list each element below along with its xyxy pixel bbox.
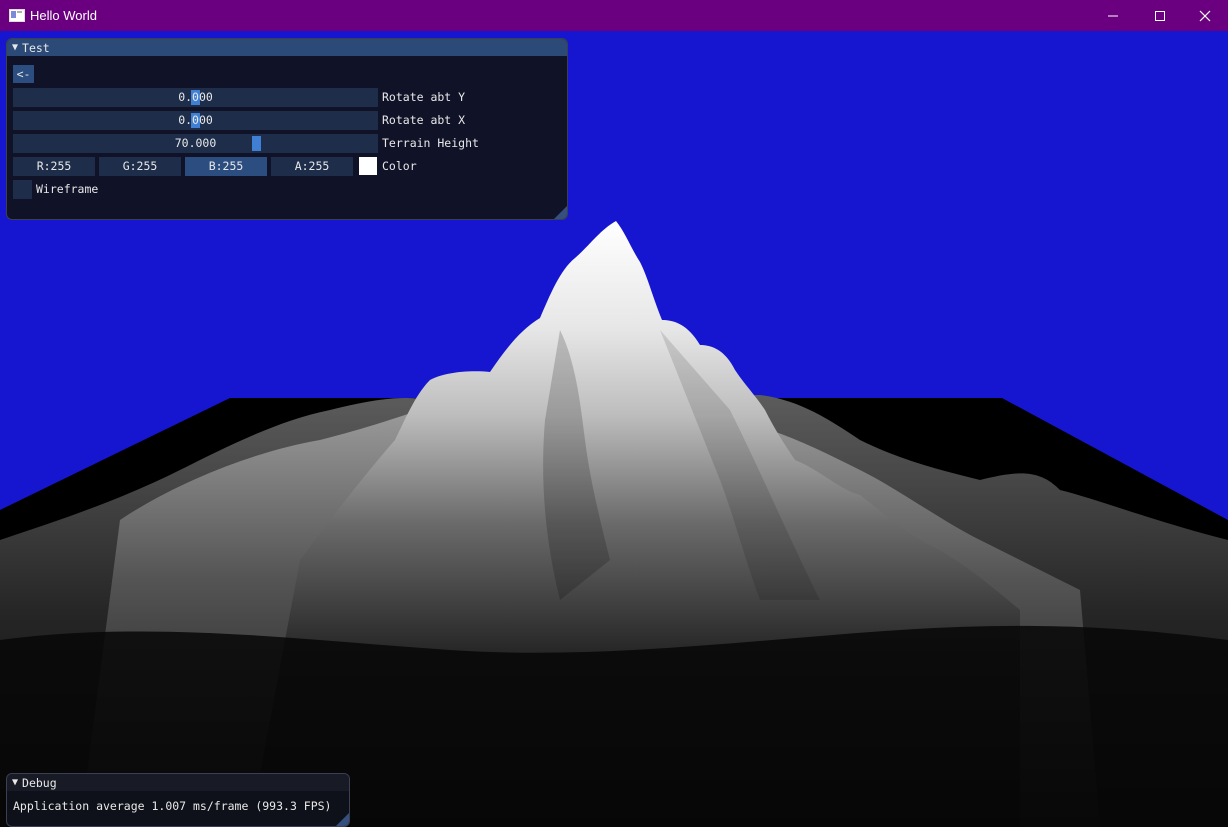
app-window-icon	[9, 9, 25, 22]
color-alpha-field[interactable]: A:255	[271, 157, 353, 176]
debug-panel-header[interactable]: ▼ Debug	[7, 774, 349, 791]
terrain-height-value: 70.000	[174, 136, 217, 150]
close-icon	[1199, 10, 1211, 21]
color-green-field[interactable]: G:255	[99, 157, 181, 176]
rotate-x-label: Rotate abt X	[382, 113, 466, 127]
color-swatch[interactable]	[359, 157, 377, 175]
color-label: Color	[382, 159, 417, 173]
maximize-button[interactable]	[1137, 0, 1183, 31]
rotate-y-value: 0.000	[178, 90, 213, 104]
wireframe-checkbox[interactable]	[13, 180, 32, 199]
terrain-height-label: Terrain Height	[382, 136, 479, 150]
test-panel-header[interactable]: ▼ Test	[7, 39, 567, 56]
color-red-field[interactable]: R:255	[13, 157, 95, 176]
test-panel-title: Test	[22, 40, 50, 55]
wireframe-label: Wireframe	[36, 182, 99, 196]
fps-readout: Application average 1.007 ms/frame (993.…	[13, 799, 332, 813]
back-button[interactable]: <-	[13, 65, 34, 83]
title-bar: Hello World	[0, 0, 1228, 31]
rotate-x-value: 0.000	[178, 113, 213, 127]
rotate-y-label: Rotate abt Y	[382, 90, 466, 104]
resize-grip-icon[interactable]	[554, 206, 567, 219]
minimize-button[interactable]	[1090, 0, 1136, 31]
close-button[interactable]	[1182, 0, 1228, 31]
collapse-triangle-icon[interactable]: ▼	[12, 777, 18, 788]
rotate-y-slider[interactable]: 0.000	[13, 88, 378, 107]
debug-panel[interactable]: ▼ Debug Application average 1.007 ms/fra…	[6, 773, 350, 827]
collapse-triangle-icon[interactable]: ▼	[12, 42, 18, 53]
rotate-x-slider[interactable]: 0.000	[13, 111, 378, 130]
test-panel[interactable]: ▼ Test <- 0.000 Rotate abt Y 0.000 Rotat…	[6, 38, 568, 220]
window-title: Hello World	[30, 8, 97, 23]
minimize-icon	[1108, 15, 1118, 16]
color-blue-field[interactable]: B:255	[185, 157, 267, 176]
resize-grip-icon[interactable]	[336, 813, 349, 826]
terrain-height-slider[interactable]: 70.000	[13, 134, 378, 153]
maximize-icon	[1155, 10, 1165, 21]
debug-panel-title: Debug	[22, 775, 57, 790]
